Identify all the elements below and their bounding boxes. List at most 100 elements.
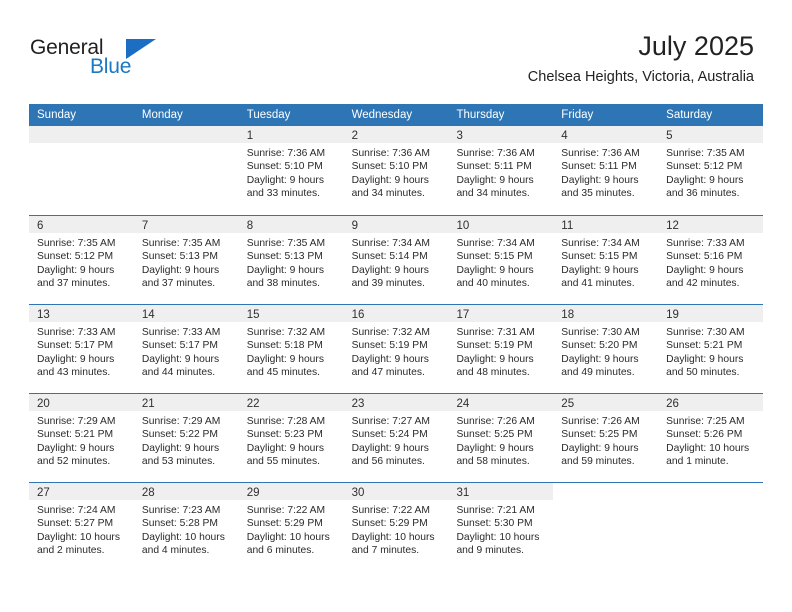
calendar-day-cell[interactable]: 22 Sunrise: 7:28 AM Sunset: 5:23 PM Dayligh… (238, 394, 344, 482)
sunrise-text: Sunrise: 7:36 AM (456, 148, 535, 159)
calendar-day-cell[interactable]: 18 Sunrise: 7:30 AM Sunset: 5:20 PM Dayligh… (553, 305, 659, 393)
sunset-text: Sunset: 5:13 PM (246, 251, 323, 263)
calendar-day-cell[interactable]: 23 Sunrise: 7:27 AM Sunset: 5:24 PM Dayligh… (343, 394, 449, 482)
calendar-weeks: 1 Sunrise: 7:36 AM Sunset: 5:10 PM Daylight… (29, 126, 764, 571)
calendar-day-cell-empty (658, 483, 764, 571)
calendar-day-cell[interactable]: 10 Sunrise: 7:34 AM Sunset: 5:15 PM Dayligh… (448, 216, 554, 304)
daylight-text-line1: Daylight: 10 hours (37, 531, 120, 543)
calendar-day-cell[interactable]: 14 Sunrise: 7:33 AM Sunset: 5:17 PM Dayligh… (133, 305, 239, 393)
day-number-band: 6 (29, 216, 134, 233)
daylight-text-line1: Daylight: 9 hours (561, 353, 639, 365)
day-number: 25 (561, 398, 575, 410)
daylight-text-line2: and 1 minute. (666, 455, 729, 467)
calendar-day-cell[interactable]: 13 Sunrise: 7:33 AM Sunset: 5:17 PM Dayligh… (29, 305, 134, 393)
day-number-band: 9 (343, 216, 449, 233)
day-number: 11 (561, 220, 574, 232)
day-number-band: 13 (29, 305, 134, 322)
calendar-day-cell[interactable]: 24 Sunrise: 7:26 AM Sunset: 5:25 PM Dayligh… (448, 394, 554, 482)
day-details: Sunrise: 7:36 AM Sunset: 5:11 PM Daylight:… (448, 143, 553, 200)
daylight-text-line2: and 7 minutes. (351, 544, 420, 556)
daylight-text-line2: and 40 minutes. (456, 277, 530, 289)
calendar-day-cell-empty (133, 126, 239, 215)
day-details: Sunrise: 7:24 AM Sunset: 5:27 PM Daylight:… (29, 500, 134, 557)
calendar-day-cell[interactable]: 29 Sunrise: 7:22 AM Sunset: 5:29 PM Dayligh… (238, 483, 344, 571)
sunrise-text: Sunrise: 7:24 AM (37, 505, 116, 516)
daylight-text-line1: Daylight: 10 hours (351, 531, 435, 543)
sunset-text: Sunset: 5:12 PM (666, 161, 743, 173)
daylight-text-line1: Daylight: 9 hours (456, 174, 534, 186)
day-number-band: 4 (553, 126, 659, 143)
calendar-week-row: 27 Sunrise: 7:24 AM Sunset: 5:27 PM Dayligh… (29, 482, 764, 571)
logo-text-blue: Blue (90, 55, 132, 78)
calendar-day-cell[interactable]: 31 Sunrise: 7:21 AM Sunset: 5:30 PM Dayligh… (448, 483, 554, 571)
day-number: 19 (666, 309, 679, 321)
calendar-day-cell[interactable]: 2 Sunrise: 7:36 AM Sunset: 5:10 PM Daylight… (343, 126, 449, 215)
day-details: Sunrise: 7:22 AM Sunset: 5:29 PM Daylight:… (344, 500, 449, 557)
sunrise-text: Sunrise: 7:29 AM (141, 416, 221, 427)
calendar-day-cell[interactable]: 17 Sunrise: 7:31 AM Sunset: 5:19 PM Dayligh… (448, 305, 554, 393)
calendar-day-cell[interactable]: 4 Sunrise: 7:36 AM Sunset: 5:11 PM Daylight… (553, 126, 659, 215)
calendar-day-cell[interactable]: 30 Sunrise: 7:22 AM Sunset: 5:29 PM Dayligh… (343, 483, 449, 571)
day-number-band: 31 (448, 483, 554, 500)
day-details: Sunrise: 7:21 AM Sunset: 5:30 PM Daylight:… (448, 500, 553, 557)
day-number-band: 17 (448, 305, 554, 322)
day-number-band: 2 (343, 126, 449, 143)
daylight-text-line2: and 47 minutes. (351, 366, 425, 378)
sunset-text: Sunset: 5:12 PM (37, 251, 114, 263)
daylight-text-line1: Daylight: 9 hours (246, 264, 324, 276)
sunrise-text: Sunrise: 7:35 AM (37, 238, 116, 249)
day-number: 4 (561, 130, 568, 142)
calendar-day-cell[interactable]: 11 Sunrise: 7:34 AM Sunset: 5:15 PM Dayligh… (553, 216, 659, 304)
day-number: 13 (37, 309, 50, 321)
calendar-day-cell[interactable]: 16 Sunrise: 7:32 AM Sunset: 5:19 PM Dayligh… (343, 305, 449, 393)
calendar-day-cell[interactable]: 7 Sunrise: 7:35 AM Sunset: 5:13 PM Daylight… (133, 216, 239, 304)
calendar-day-cell[interactable]: 1 Sunrise: 7:36 AM Sunset: 5:10 PM Daylight… (238, 126, 344, 215)
calendar-day-cell[interactable]: 28 Sunrise: 7:23 AM Sunset: 5:28 PM Dayligh… (133, 483, 239, 571)
general-blue-logo: General Blue (30, 36, 160, 84)
day-number: 9 (351, 220, 358, 232)
calendar-day-cell[interactable]: 15 Sunrise: 7:32 AM Sunset: 5:18 PM Dayligh… (238, 305, 344, 393)
sunset-text: Sunset: 5:20 PM (561, 340, 638, 352)
day-details: Sunrise: 7:34 AM Sunset: 5:15 PM Daylight:… (448, 233, 553, 290)
day-number-band: 20 (29, 394, 134, 411)
calendar-day-cell[interactable]: 27 Sunrise: 7:24 AM Sunset: 5:27 PM Dayligh… (29, 483, 134, 571)
calendar-day-cell[interactable]: 20 Sunrise: 7:29 AM Sunset: 5:21 PM Dayligh… (29, 394, 134, 482)
daylight-text-line2: and 59 minutes. (561, 455, 635, 467)
weekday-header-thursday: Thursday (456, 109, 505, 121)
sunrise-text: Sunrise: 7:31 AM (456, 327, 535, 338)
calendar-page: General Blue July 2025 Chelsea Heights, … (0, 0, 792, 612)
calendar-day-cell[interactable]: 8 Sunrise: 7:35 AM Sunset: 5:13 PM Daylight… (238, 216, 344, 304)
daylight-text-line2: and 58 minutes. (456, 455, 530, 467)
daylight-text-line2: and 6 minutes. (246, 544, 315, 556)
calendar-day-cell[interactable]: 9 Sunrise: 7:34 AM Sunset: 5:14 PM Daylight… (343, 216, 449, 304)
day-number: 21 (141, 398, 155, 410)
day-number: 24 (456, 398, 470, 410)
day-number: 7 (141, 220, 149, 232)
daylight-text-line1: Daylight: 9 hours (141, 353, 220, 365)
sunrise-text: Sunrise: 7:26 AM (456, 416, 535, 427)
calendar-day-cell[interactable]: 21 Sunrise: 7:29 AM Sunset: 5:22 PM Dayligh… (133, 394, 239, 482)
calendar-day-cell[interactable]: 3 Sunrise: 7:36 AM Sunset: 5:11 PM Daylight… (448, 126, 554, 215)
page-subtitle: Chelsea Heights, Victoria, Australia (527, 69, 754, 85)
daylight-text-line1: Daylight: 9 hours (666, 264, 744, 276)
weekday-header-monday: Monday (141, 109, 183, 121)
day-details: Sunrise: 7:34 AM Sunset: 5:15 PM Daylight:… (553, 233, 658, 290)
sunrise-text: Sunrise: 7:35 AM (141, 238, 221, 249)
day-details: Sunrise: 7:31 AM Sunset: 5:19 PM Daylight:… (448, 322, 553, 379)
day-number: 17 (456, 309, 470, 321)
day-number-band (133, 126, 239, 143)
day-number: 15 (246, 309, 260, 321)
day-number: 20 (37, 398, 50, 410)
daylight-text-line2: and 41 minutes. (561, 277, 635, 289)
calendar-day-cell[interactable]: 26 Sunrise: 7:25 AM Sunset: 5:26 PM Dayligh… (658, 394, 764, 482)
calendar-day-cell[interactable]: 12 Sunrise: 7:33 AM Sunset: 5:16 PM Dayligh… (658, 216, 764, 304)
calendar-day-cell[interactable]: 5 Sunrise: 7:35 AM Sunset: 5:12 PM Daylight… (658, 126, 764, 215)
daylight-text-line2: and 50 minutes. (666, 366, 740, 378)
calendar-day-cell[interactable]: 19 Sunrise: 7:30 AM Sunset: 5:21 PM Dayligh… (658, 305, 764, 393)
day-details: Sunrise: 7:29 AM Sunset: 5:21 PM Daylight:… (29, 411, 134, 468)
calendar-day-cell[interactable]: 6 Sunrise: 7:35 AM Sunset: 5:12 PM Daylight… (29, 216, 134, 304)
calendar-day-cell[interactable]: 25 Sunrise: 7:26 AM Sunset: 5:25 PM Dayligh… (553, 394, 659, 482)
daylight-text-line2: and 34 minutes. (351, 187, 425, 199)
day-number-band: 12 (658, 216, 764, 233)
sunset-text: Sunset: 5:15 PM (561, 251, 638, 263)
